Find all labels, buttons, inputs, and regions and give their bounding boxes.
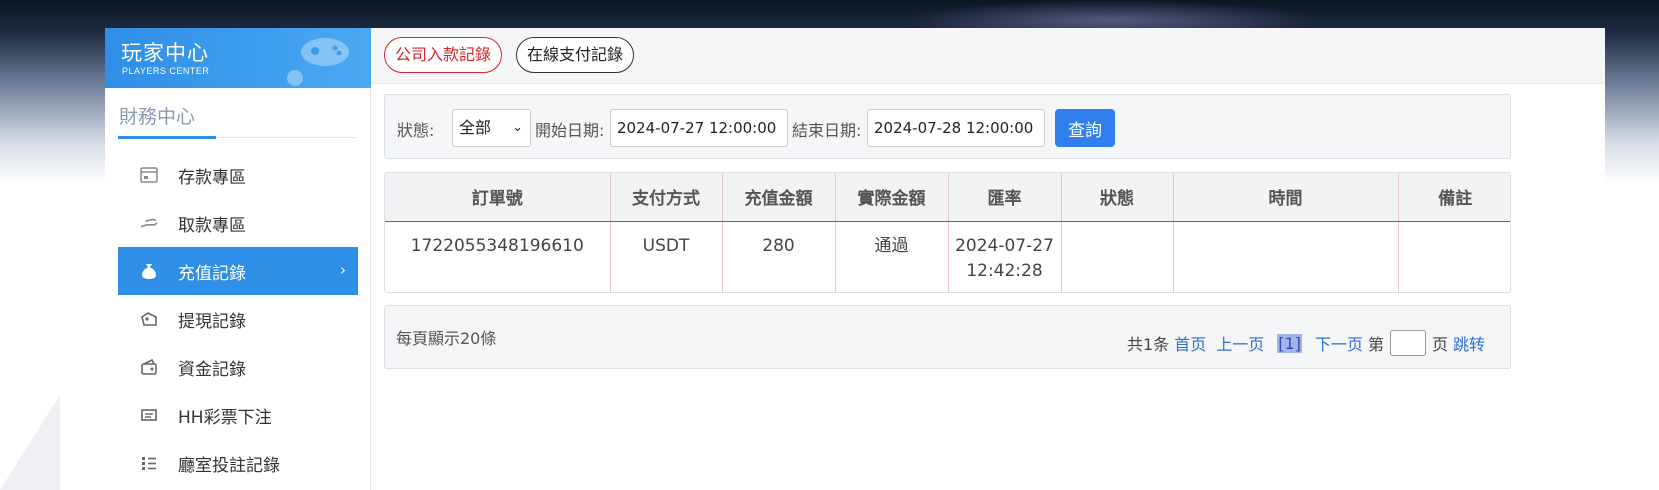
col-status: 狀態: [1061, 173, 1174, 222]
section-active-underline: [118, 136, 216, 139]
col-payment-method: 支付方式: [610, 173, 723, 222]
jump-link[interactable]: 跳转: [1453, 331, 1485, 355]
sidebar-item-withdraw-records[interactable]: 提現記錄: [118, 295, 358, 343]
cell-recharge-amount: 280: [722, 221, 836, 292]
start-date-label: 開始日期:: [535, 121, 605, 140]
sidebar-item-withdraw[interactable]: 取款專區: [118, 199, 358, 247]
withdraw-hand-icon: [140, 214, 158, 232]
cell-exchange-rate: 2024-07-27 12:42:28: [948, 221, 1062, 292]
table-header-row: 訂單號 支付方式 充值金額 實際金額 匯率 狀態 時間 備註: [385, 173, 1510, 222]
sidebar-item-label: 存款專區: [178, 167, 246, 188]
cell-status: [1061, 221, 1174, 292]
sidebar-item-deposit[interactable]: 存款專區: [118, 151, 358, 199]
sidebar-item-label: 資金記錄: [178, 359, 246, 380]
wallet-icon: [140, 358, 158, 376]
table-row: 1722055348196610 USDT 280 通過 2024-07-27 …: [385, 221, 1510, 292]
brand-header: 玩家中心 PLAYERS CENTER: [105, 28, 371, 88]
cell-payment-method: USDT: [610, 221, 723, 292]
start-date-input[interactable]: [610, 109, 788, 147]
end-date-input[interactable]: [867, 109, 1045, 147]
query-button[interactable]: 查詢: [1055, 109, 1115, 147]
col-recharge-amount: 充值金額: [722, 173, 836, 222]
background-shape: [0, 395, 60, 490]
prev-page-link[interactable]: 上一页: [1216, 331, 1264, 355]
col-order-number: 訂單號: [385, 173, 611, 222]
cell-order-number: 1722055348196610: [385, 221, 611, 292]
col-time: 時間: [1173, 173, 1399, 222]
sidebar-item-label: 提現記錄: [178, 311, 246, 332]
main-content: 公司入款記錄 在線支付記錄 狀態: 全部 ⌄ 開始日期: 結束日期: 查詢: [371, 28, 1605, 490]
list-icon: [140, 454, 158, 472]
cell-actual-amount: 通過: [835, 221, 949, 292]
sidebar-item-fund-records[interactable]: 資金記錄: [118, 343, 358, 391]
page-prefix: 第: [1367, 335, 1384, 354]
status-label: 狀態:: [397, 121, 435, 140]
status-select-value: 全部: [459, 118, 492, 137]
cell-time: [1173, 221, 1399, 292]
sidebar-item-label: 廳室投註記錄: [178, 455, 280, 476]
current-page: [1]: [1277, 333, 1302, 353]
section-title-finance: 財務中心: [119, 106, 196, 128]
cell-remark: [1398, 221, 1510, 292]
sidebar-item-label: 取款專區: [178, 215, 246, 236]
pagination-bar: 每頁顯示20條 共1条 首页 上一页 [1] 下一页 第 页 跳转: [384, 305, 1511, 369]
filter-bar: 狀態: 全部 ⌄ 開始日期: 結束日期: 查詢: [384, 94, 1511, 159]
sidebar-item-label: 充值記錄: [178, 263, 246, 284]
chevron-down-icon: ⌄: [512, 120, 523, 135]
sidebar-item-hall-bet-records[interactable]: 廳室投註記錄: [118, 439, 358, 487]
tabs-bar: 公司入款記錄 在線支付記錄: [371, 28, 1605, 84]
brand-title: 玩家中心: [121, 41, 209, 65]
col-actual-amount: 實際金額: [835, 173, 949, 222]
sidebar-item-label: HH彩票下注: [178, 407, 272, 428]
player-center-panel: 玩家中心 PLAYERS CENTER 財務中心 存款專區 取款專區 充值記錄 …: [105, 28, 1605, 490]
ticket-icon: [140, 406, 158, 424]
tab-online-payment-records[interactable]: 在線支付記錄: [516, 37, 635, 73]
sidebar: 玩家中心 PLAYERS CENTER 財務中心 存款專區 取款專區 充值記錄 …: [105, 28, 371, 490]
records-table: 訂單號 支付方式 充值金額 實際金額 匯率 狀態 時間 備註 172205534…: [384, 172, 1511, 293]
pagination: 共1条 首页 上一页 [1] 下一页 第 页 跳转: [1127, 330, 1490, 356]
page-suffix: 页: [1431, 335, 1448, 354]
per-page-text: 每頁顯示20條: [396, 329, 497, 348]
tab-company-deposit-records[interactable]: 公司入款記錄: [384, 37, 503, 73]
sidebar-item-recharge-records[interactable]: 充值記錄 ›: [118, 247, 358, 295]
status-select[interactable]: 全部 ⌄: [452, 109, 531, 147]
brand-subtitle: PLAYERS CENTER: [122, 66, 210, 76]
end-date-label: 結束日期:: [792, 121, 862, 140]
col-remark: 備註: [1398, 173, 1510, 222]
chevron-right-icon: ›: [340, 261, 346, 279]
page-number-input[interactable]: [1389, 330, 1426, 356]
sidebar-item-hh-lottery[interactable]: HH彩票下注: [118, 391, 358, 439]
next-page-link[interactable]: 下一页: [1315, 331, 1363, 355]
col-exchange-rate: 匯率: [948, 173, 1062, 222]
card-icon: [140, 166, 158, 184]
tag-icon: [140, 310, 158, 328]
money-bag-icon: [140, 262, 158, 280]
gamepad-icon: [287, 38, 349, 86]
sidebar-menu: 存款專區 取款專區 充值記錄 › 提現記錄 資金記錄 HH彩票下注 廳室投註記錄: [118, 151, 358, 487]
total-count: 共1条: [1127, 335, 1170, 354]
first-page-link[interactable]: 首页: [1174, 331, 1206, 355]
